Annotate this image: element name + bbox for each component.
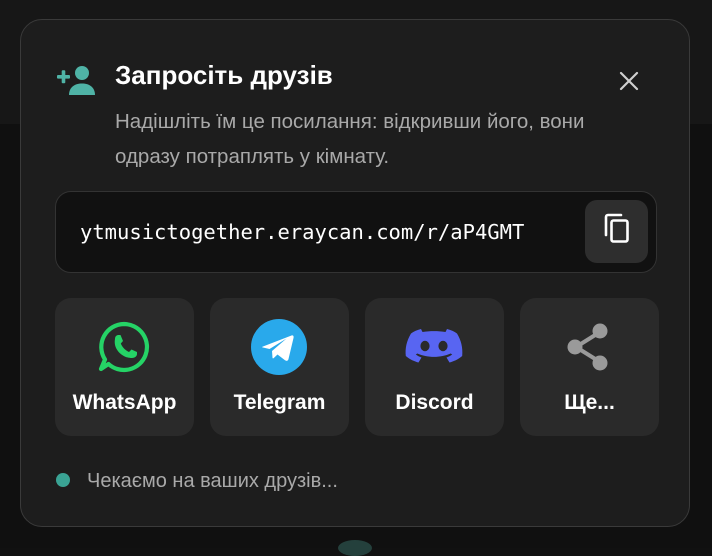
- share-option-label: Discord: [395, 391, 474, 414]
- dialog-subtitle: Надішліть їм це посилання: відкривши йог…: [115, 110, 585, 168]
- backdrop-element: [338, 540, 372, 556]
- close-icon: [619, 71, 639, 96]
- invite-friends-dialog: Запросіть друзів Надішліть їм це посилан…: [20, 19, 690, 527]
- share-option-label: WhatsApp: [72, 391, 177, 414]
- share-option-label: Telegram: [233, 391, 326, 414]
- whatsapp-icon: [95, 318, 153, 376]
- invite-link-field: ytmusictogether.eraycan.com/r/aP4GMT: [55, 191, 657, 273]
- share-option-label: Ще...: [564, 391, 615, 414]
- telegram-icon: [250, 318, 308, 376]
- share-whatsapp-button[interactable]: WhatsApp: [55, 298, 194, 436]
- add-person-icon: [55, 64, 95, 96]
- dialog-title: Запросіть друзів: [115, 60, 333, 90]
- share-more-button[interactable]: Ще...: [520, 298, 659, 436]
- share-discord-button[interactable]: Discord: [365, 298, 504, 436]
- close-button[interactable]: [611, 65, 647, 101]
- discord-icon: [405, 318, 463, 376]
- share-icon: [560, 318, 618, 376]
- copy-link-button[interactable]: [585, 200, 648, 263]
- status-indicator: [56, 473, 70, 487]
- invite-link-url[interactable]: ytmusictogether.eraycan.com/r/aP4GMT: [80, 219, 524, 245]
- share-telegram-button[interactable]: Telegram: [210, 298, 349, 436]
- status-text: Чекаємо на ваших друзів...: [87, 470, 338, 492]
- copy-icon: [603, 213, 631, 250]
